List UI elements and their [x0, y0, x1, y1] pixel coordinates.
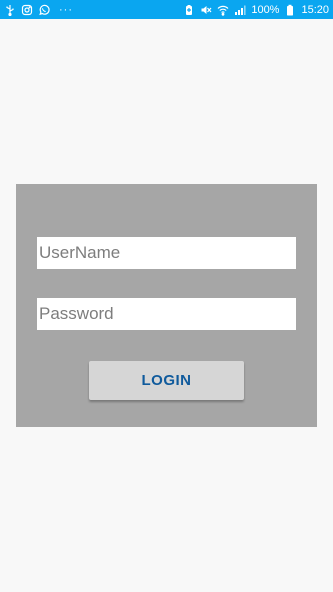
usb-debug-icon — [4, 4, 16, 16]
battery-saver-icon — [183, 4, 195, 16]
battery-icon — [284, 4, 296, 16]
login-button[interactable]: LOGIN — [89, 361, 244, 400]
wifi-icon — [217, 4, 229, 16]
battery-percent: 100% — [251, 3, 280, 16]
username-input[interactable] — [37, 237, 296, 269]
mute-icon — [200, 4, 212, 16]
instagram-icon — [21, 4, 33, 16]
login-card: LOGIN — [16, 184, 317, 427]
more-notifications-indicator: ··· — [59, 3, 73, 16]
whatsapp-icon — [38, 4, 50, 16]
status-bar: ··· 100% 15:20 — [0, 0, 333, 19]
clock: 15:20 — [301, 3, 329, 16]
status-bar-right: 100% 15:20 — [183, 0, 329, 19]
signal-icon — [234, 4, 246, 16]
password-input[interactable] — [37, 298, 296, 330]
status-bar-left: ··· — [4, 0, 73, 19]
